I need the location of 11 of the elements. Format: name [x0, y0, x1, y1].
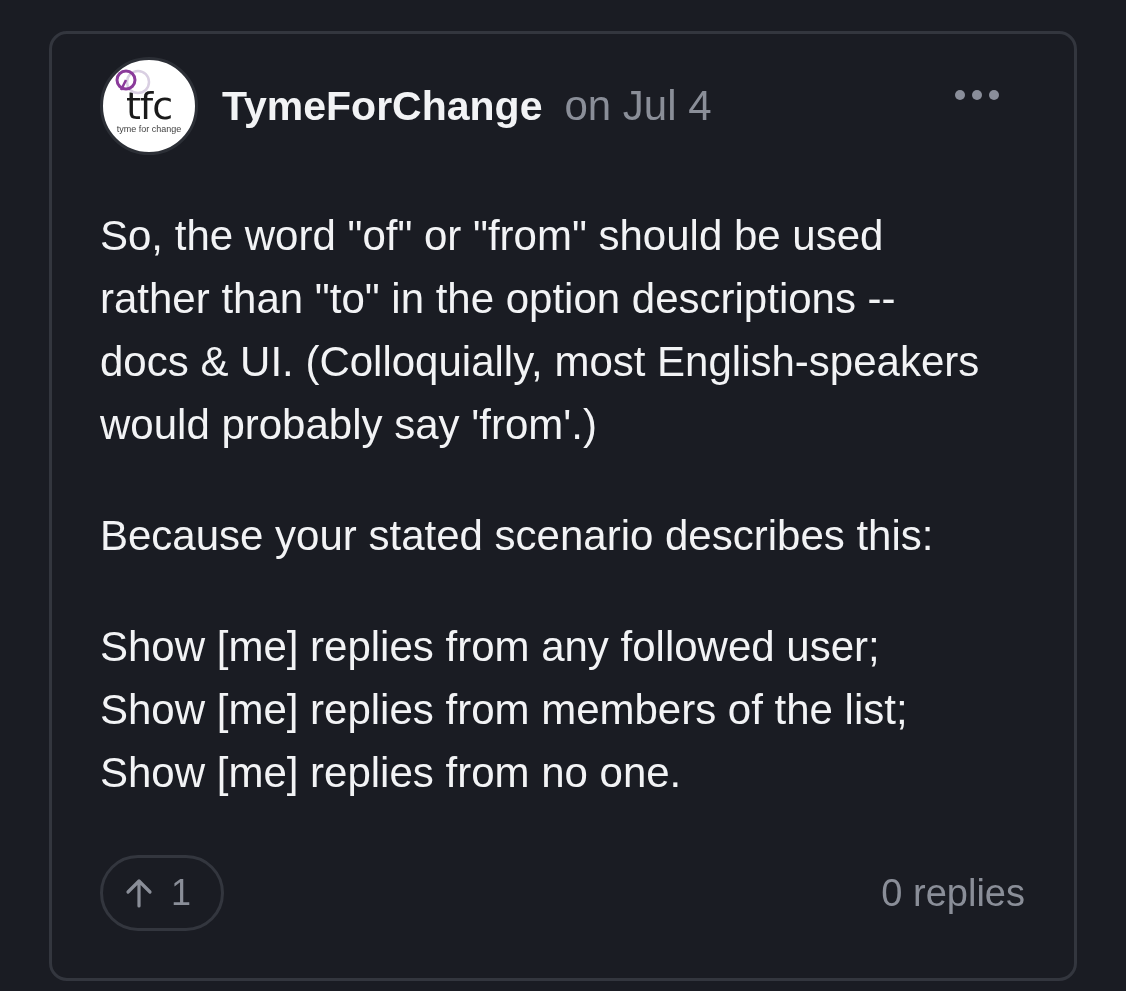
author-name[interactable]: TymeForChange [222, 82, 543, 130]
post-date: on Jul 4 [564, 82, 712, 130]
logo-text: tfc [125, 88, 173, 124]
arrow-up-icon [125, 878, 153, 908]
replies-count[interactable]: 0 replies [881, 871, 1025, 915]
post-paragraph: So, the word "of" or "from" should be used rather than "to" in the option descriptions -- docs & UI. (Colloquially, most English-speakers would probably say 'from'.) [100, 211, 981, 450]
more-options-icon[interactable] [954, 88, 1000, 102]
post-paragraph: Because your stated scenario describes this: [100, 511, 935, 561]
upvote-button[interactable]: 1 [100, 855, 225, 931]
logo-tagline: tyme for change [116, 124, 182, 134]
post-paragraph: Show [me] replies from any followed user; Show [me] replies from members of the list; Show [me] replies from no one. [100, 622, 909, 798]
